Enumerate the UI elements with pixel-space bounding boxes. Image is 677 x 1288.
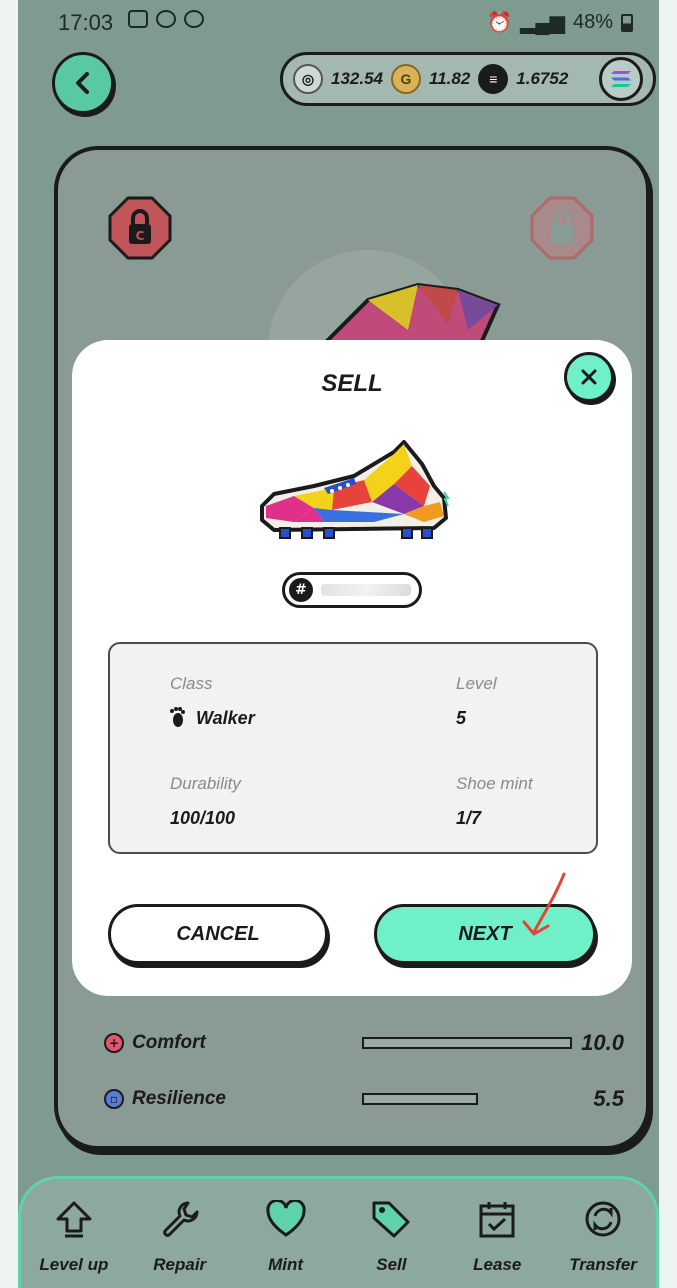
close-button[interactable]: [564, 352, 614, 402]
cancel-button[interactable]: CANCEL: [108, 904, 328, 964]
gem-socket-lock-icon[interactable]: [530, 196, 594, 260]
back-button[interactable]: [52, 52, 114, 114]
signal-icon: ▂▄▆: [520, 12, 565, 34]
sneaker-image: [260, 440, 450, 539]
nav-sell[interactable]: Sell: [343, 1195, 439, 1275]
chevron-left-icon: [76, 72, 89, 94]
nav-label: Repair: [153, 1255, 207, 1274]
shoe-mint-label: Shoe mint: [456, 774, 533, 793]
nav-label: Lease: [473, 1255, 522, 1274]
level-value: 5: [456, 708, 467, 728]
gem-socket-lock-icon[interactable]: C: [108, 196, 172, 260]
stat-label: Resilience: [132, 1088, 226, 1109]
solana-icon: [611, 71, 631, 87]
comfort-icon: +: [104, 1033, 124, 1053]
app-screen: 17:03 ⏰ ▂▄▆ 48% ◎ 132.54 G 11.82 ≡ 1.675…: [18, 0, 659, 1288]
class-label: Class: [170, 674, 213, 693]
stat-bar-fill: [364, 1095, 476, 1103]
sol-balance: 1.6752: [516, 69, 569, 88]
svg-text:C: C: [136, 229, 145, 243]
close-icon: [581, 369, 597, 385]
status-bar: 17:03 ⏰ ▂▄▆ 48%: [18, 0, 659, 44]
durability-label: Durability: [170, 774, 241, 793]
stat-row-comfort: + Comfort 10.0: [104, 1030, 624, 1056]
bottom-action-bar: Level up Repair Mint Sell Lease Transfer: [18, 1176, 659, 1288]
calendar-icon: [473, 1195, 521, 1243]
stat-bar: [362, 1037, 572, 1049]
nav-label: Transfer: [569, 1255, 637, 1274]
stat-bar-fill: [364, 1039, 570, 1047]
footprint-icon: [168, 706, 188, 728]
battery-percent: 48%: [572, 11, 613, 33]
nav-level-up[interactable]: Level up: [26, 1195, 122, 1275]
gst-balance: 132.54: [331, 69, 383, 88]
status-right: ⏰ ▂▄▆ 48%: [487, 10, 633, 35]
stat-row-resilience: ▫ Resilience 5.5: [104, 1086, 624, 1112]
level-label: Level: [456, 674, 497, 693]
nav-label: Mint: [268, 1255, 304, 1274]
shoe-id-badge: #: [282, 572, 422, 608]
sol-coin-icon: ≡: [478, 64, 509, 94]
dialog-title: SELL: [321, 370, 383, 397]
whatsapp-icon: [156, 10, 176, 28]
currency-balance-bar: ◎ 132.54 G 11.82 ≡ 1.6752: [280, 52, 656, 106]
notification-icons: [128, 10, 204, 28]
nav-mint[interactable]: Mint: [238, 1195, 334, 1275]
durability-value: 100/100: [170, 808, 236, 828]
stat-value: 10.0: [581, 1030, 624, 1055]
gmt-balance: 11.82: [429, 69, 471, 88]
gst-coin-icon: ◎: [293, 64, 323, 94]
tag-icon: [367, 1195, 415, 1243]
alarm-icon: ⏰: [487, 12, 513, 34]
wallet-chain-button[interactable]: [599, 57, 643, 101]
nav-label: Sell: [376, 1255, 407, 1274]
heart-icon: [262, 1195, 310, 1243]
class-value: Walker: [196, 708, 255, 728]
stat-label: Comfort: [132, 1032, 206, 1053]
annotation-arrow-icon: [522, 872, 566, 936]
level-up-icon: [50, 1195, 98, 1243]
hash-icon: #: [289, 578, 313, 602]
gallery-icon: [128, 10, 148, 28]
gmt-coin-icon: G: [391, 64, 421, 94]
stat-bar: [362, 1093, 478, 1105]
wrench-icon: [156, 1195, 204, 1243]
nav-label: Level up: [39, 1255, 109, 1274]
transfer-icon: [579, 1195, 627, 1243]
nav-lease[interactable]: Lease: [449, 1195, 545, 1275]
battery-icon: [621, 13, 633, 32]
app-notification-icon: [184, 10, 204, 28]
resilience-icon: ▫: [104, 1089, 124, 1109]
stat-value: 5.5: [593, 1086, 624, 1111]
shoe-mint-value: 1/7: [456, 808, 482, 828]
shoe-id-redacted: [321, 584, 411, 596]
shoe-info-box: Class Walker Level 5 Durability 100/100 …: [108, 642, 598, 854]
nav-transfer[interactable]: Transfer: [555, 1195, 651, 1275]
status-time: 17:03: [58, 10, 114, 35]
nav-repair[interactable]: Repair: [132, 1195, 228, 1275]
